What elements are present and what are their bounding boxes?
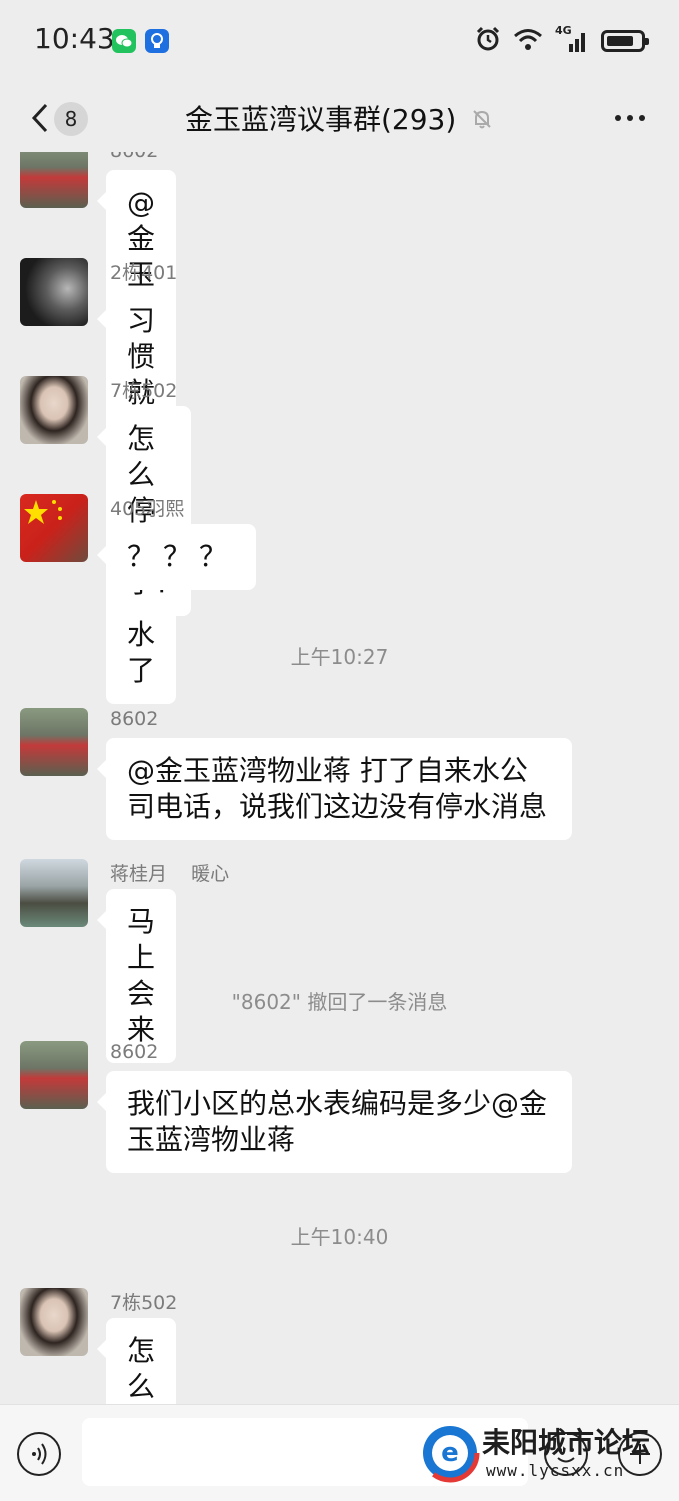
avatar[interactable] xyxy=(20,708,88,776)
status-bar: 10:43 4G xyxy=(0,0,679,84)
watermark-logo-icon: e xyxy=(420,1423,480,1483)
sender-name: 7栋502 xyxy=(110,380,178,402)
wifi-icon xyxy=(513,27,543,55)
voice-icon[interactable] xyxy=(17,1432,61,1476)
more-dots-icon[interactable] xyxy=(613,105,647,131)
message-bubble[interactable]: 马上会来 xyxy=(96,889,177,1063)
message-bubble[interactable]: 我们小区的总水表编码是多少@金玉蓝湾物业蒋 xyxy=(97,1071,572,1173)
watermark: e 耒阳城市论坛 www.lycsxx.cn xyxy=(420,1411,670,1495)
watermark-text: 耒阳城市论坛 xyxy=(482,1426,651,1459)
avatar[interactable] xyxy=(20,1041,88,1109)
sender-name: 蒋桂月 暖心 xyxy=(110,863,230,885)
input-bar: e 耒阳城市论坛 www.lycsxx.cn xyxy=(0,1404,679,1501)
message-list[interactable]: 8602 @金玉蓝湾物业蒋 怎么又停水了 2栋401 习惯就好 7栋502 怎么… xyxy=(0,152,679,1404)
chat-header: 8 金玉蓝湾议事群(293) xyxy=(0,84,679,152)
sender-name: 8602 xyxy=(110,152,158,162)
avatar[interactable] xyxy=(20,258,88,326)
avatar[interactable] xyxy=(20,1288,88,1356)
timestamp: 上午10:27 xyxy=(290,645,389,669)
group-title[interactable]: 金玉蓝湾议事群(293) xyxy=(185,98,456,138)
alarm-icon xyxy=(475,26,501,56)
message-bubble[interactable]: ？？？ xyxy=(96,524,257,590)
svg-text:e: e xyxy=(441,1438,459,1468)
bulb-icon xyxy=(145,29,169,53)
recall-notice: "8602" 撤回了一条消息 xyxy=(231,990,448,1014)
mute-bell-icon xyxy=(470,107,494,135)
avatar[interactable] xyxy=(20,376,88,444)
timestamp: 上午10:40 xyxy=(290,1225,389,1249)
avatar[interactable] xyxy=(20,152,88,208)
sender-name: 405羽熙 xyxy=(110,498,185,520)
unread-count-badge[interactable]: 8 xyxy=(54,102,88,136)
sender-name: 2栋401 xyxy=(110,262,178,284)
status-time: 10:43 xyxy=(34,22,115,55)
signal-icon: 4G xyxy=(555,24,589,54)
avatar[interactable] xyxy=(20,494,88,562)
message-bubble[interactable]: @金玉蓝湾物业蒋 打了自来水公司电话，说我们这边没有停水消息 xyxy=(97,738,572,840)
status-icons: 4G xyxy=(475,24,649,56)
message-bubble[interactable]: 怎么老停水 xyxy=(96,1318,177,1404)
watermark-url: www.lycsxx.cn xyxy=(486,1461,625,1480)
avatar[interactable] xyxy=(20,859,88,927)
battery-icon xyxy=(601,30,649,52)
sender-name: 8602 xyxy=(110,1041,159,1063)
sender-name: 7栋502 xyxy=(110,1292,178,1314)
wechat-icon xyxy=(112,29,136,53)
sender-name: 8602 xyxy=(110,708,159,730)
